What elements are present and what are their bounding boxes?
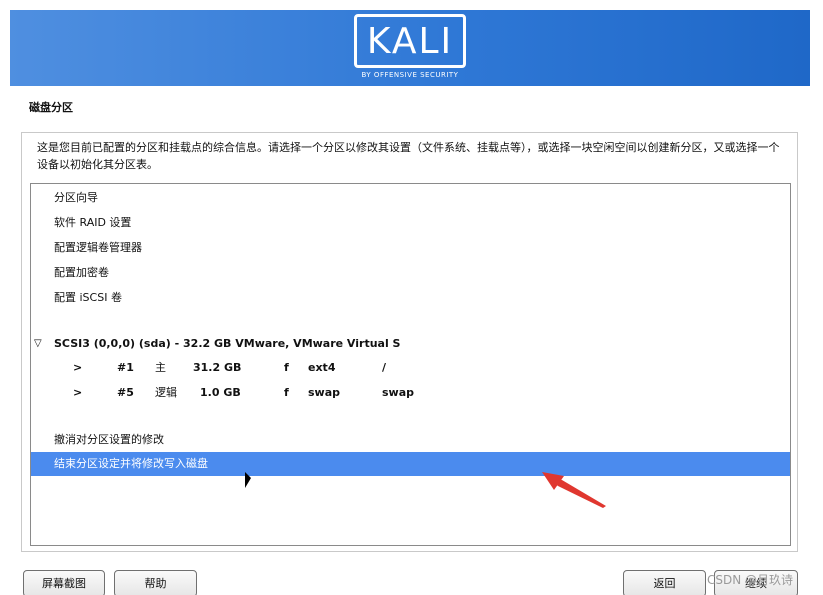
list-item-software-raid[interactable]: 软件 RAID 设置	[31, 211, 790, 235]
disk-row-sda[interactable]: ▽ SCSI3 (0,0,0) (sda) - 32.2 GB VMware, …	[31, 332, 790, 356]
partition-type: 主	[155, 361, 166, 374]
partition-list[interactable]: 分区向导 软件 RAID 设置 配置逻辑卷管理器 配置加密卷 配置 iSCSI …	[30, 183, 791, 546]
kali-logo: KALI BY OFFENSIVE SECURITY	[354, 14, 466, 82]
help-button[interactable]: 帮助	[114, 570, 197, 595]
partition-flag: f	[284, 361, 289, 374]
partition-filesystem: ext4	[308, 361, 336, 374]
list-item-label: 配置加密卷	[54, 266, 109, 279]
screenshot-button[interactable]: 屏幕截图	[23, 570, 105, 595]
list-item-iscsi[interactable]: 配置 iSCSI 卷	[31, 286, 790, 310]
partition-number: #5	[117, 386, 134, 399]
partition-size: 31.2 GB	[193, 361, 242, 374]
partition-row-5[interactable]: > #5 逻辑 1.0 GB f swap swap	[31, 381, 790, 405]
red-arrow-annotation	[542, 472, 606, 508]
logo-tagline: BY OFFENSIVE SECURITY	[361, 71, 459, 79]
back-button[interactable]: 返回	[623, 570, 706, 595]
logo-text: KALI	[354, 14, 466, 68]
content-panel: 这是您目前已配置的分区和挂载点的综合信息。请选择一个分区以修改其设置（文件系统、…	[21, 132, 798, 552]
list-item-label: 分区向导	[54, 191, 98, 204]
expand-arrow: >	[73, 386, 83, 399]
partition-flag: f	[284, 386, 289, 399]
mouse-cursor-icon	[245, 472, 251, 488]
watermark: CSDN @月玖诗	[707, 573, 794, 587]
partition-row-1[interactable]: > #1 主 31.2 GB f ext4 /	[31, 356, 790, 380]
instructions-text: 这是您目前已配置的分区和挂载点的综合信息。请选择一个分区以修改其设置（文件系统、…	[37, 141, 780, 171]
list-item-encrypted-volumes[interactable]: 配置加密卷	[31, 261, 790, 285]
list-item-label: 配置 iSCSI 卷	[54, 291, 122, 304]
page-title: 磁盘分区	[29, 101, 73, 114]
list-item-label: 软件 RAID 设置	[54, 216, 132, 229]
partition-mountpoint: swap	[382, 386, 415, 399]
expand-arrow: >	[73, 361, 83, 374]
installer-window: KALI BY OFFENSIVE SECURITY 磁盘分区 这是您目前已配置…	[0, 0, 823, 595]
list-item-label: 结束分区设定并将修改写入磁盘	[54, 457, 208, 470]
partition-mountpoint: /	[382, 361, 387, 374]
partition-type: 逻辑	[155, 386, 177, 399]
list-item-undo-changes[interactable]: 撤消对分区设置的修改	[31, 428, 790, 452]
partition-size: 1.0 GB	[200, 386, 241, 399]
list-item-partition-wizard[interactable]: 分区向导	[31, 186, 790, 210]
list-item-lvm[interactable]: 配置逻辑卷管理器	[31, 236, 790, 260]
triangle-down-icon: ▽	[34, 338, 42, 349]
header-banner: KALI BY OFFENSIVE SECURITY	[10, 10, 810, 86]
disk-label: SCSI3 (0,0,0) (sda) - 32.2 GB VMware, VM…	[54, 337, 401, 350]
list-item-label: 配置逻辑卷管理器	[54, 241, 142, 254]
list-item-label: 撤消对分区设置的修改	[54, 433, 164, 446]
partition-filesystem: swap	[308, 386, 341, 399]
list-item-finish-partitioning[interactable]: 结束分区设定并将修改写入磁盘	[31, 452, 790, 476]
partition-number: #1	[117, 361, 134, 374]
